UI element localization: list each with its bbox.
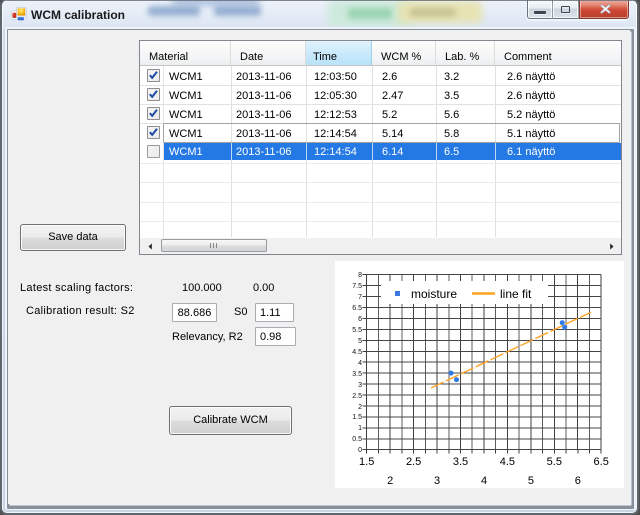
svg-text:1.5: 1.5 bbox=[352, 414, 362, 421]
svg-text:2: 2 bbox=[387, 475, 393, 487]
svg-text:5: 5 bbox=[528, 475, 534, 487]
svg-text:5.5: 5.5 bbox=[547, 456, 562, 468]
svg-text:0.5: 0.5 bbox=[352, 436, 362, 443]
svg-text:8: 8 bbox=[358, 272, 362, 279]
svg-text:line fit: line fit bbox=[500, 287, 532, 301]
svg-text:2.5: 2.5 bbox=[352, 393, 362, 400]
svg-text:3: 3 bbox=[358, 382, 362, 389]
svg-text:4: 4 bbox=[358, 360, 362, 367]
svg-text:1.5: 1.5 bbox=[359, 456, 374, 468]
svg-text:4: 4 bbox=[481, 475, 487, 487]
svg-text:6: 6 bbox=[575, 475, 581, 487]
svg-text:5: 5 bbox=[358, 338, 362, 345]
svg-text:6.5: 6.5 bbox=[594, 456, 609, 468]
svg-text:7: 7 bbox=[358, 294, 362, 301]
svg-text:moisture: moisture bbox=[411, 287, 457, 301]
svg-text:2.5: 2.5 bbox=[406, 456, 421, 468]
svg-text:0: 0 bbox=[358, 447, 362, 454]
svg-text:6: 6 bbox=[358, 316, 362, 323]
svg-text:3.5: 3.5 bbox=[352, 371, 362, 378]
svg-text:3.5: 3.5 bbox=[453, 456, 468, 468]
svg-text:3: 3 bbox=[434, 475, 440, 487]
svg-text:5.5: 5.5 bbox=[352, 327, 362, 334]
svg-text:6.5: 6.5 bbox=[352, 305, 362, 312]
svg-text:4.5: 4.5 bbox=[352, 349, 362, 356]
svg-text:2: 2 bbox=[358, 404, 362, 411]
svg-text:1: 1 bbox=[358, 425, 362, 432]
svg-text:7.5: 7.5 bbox=[352, 283, 362, 290]
svg-text:4.5: 4.5 bbox=[500, 456, 515, 468]
